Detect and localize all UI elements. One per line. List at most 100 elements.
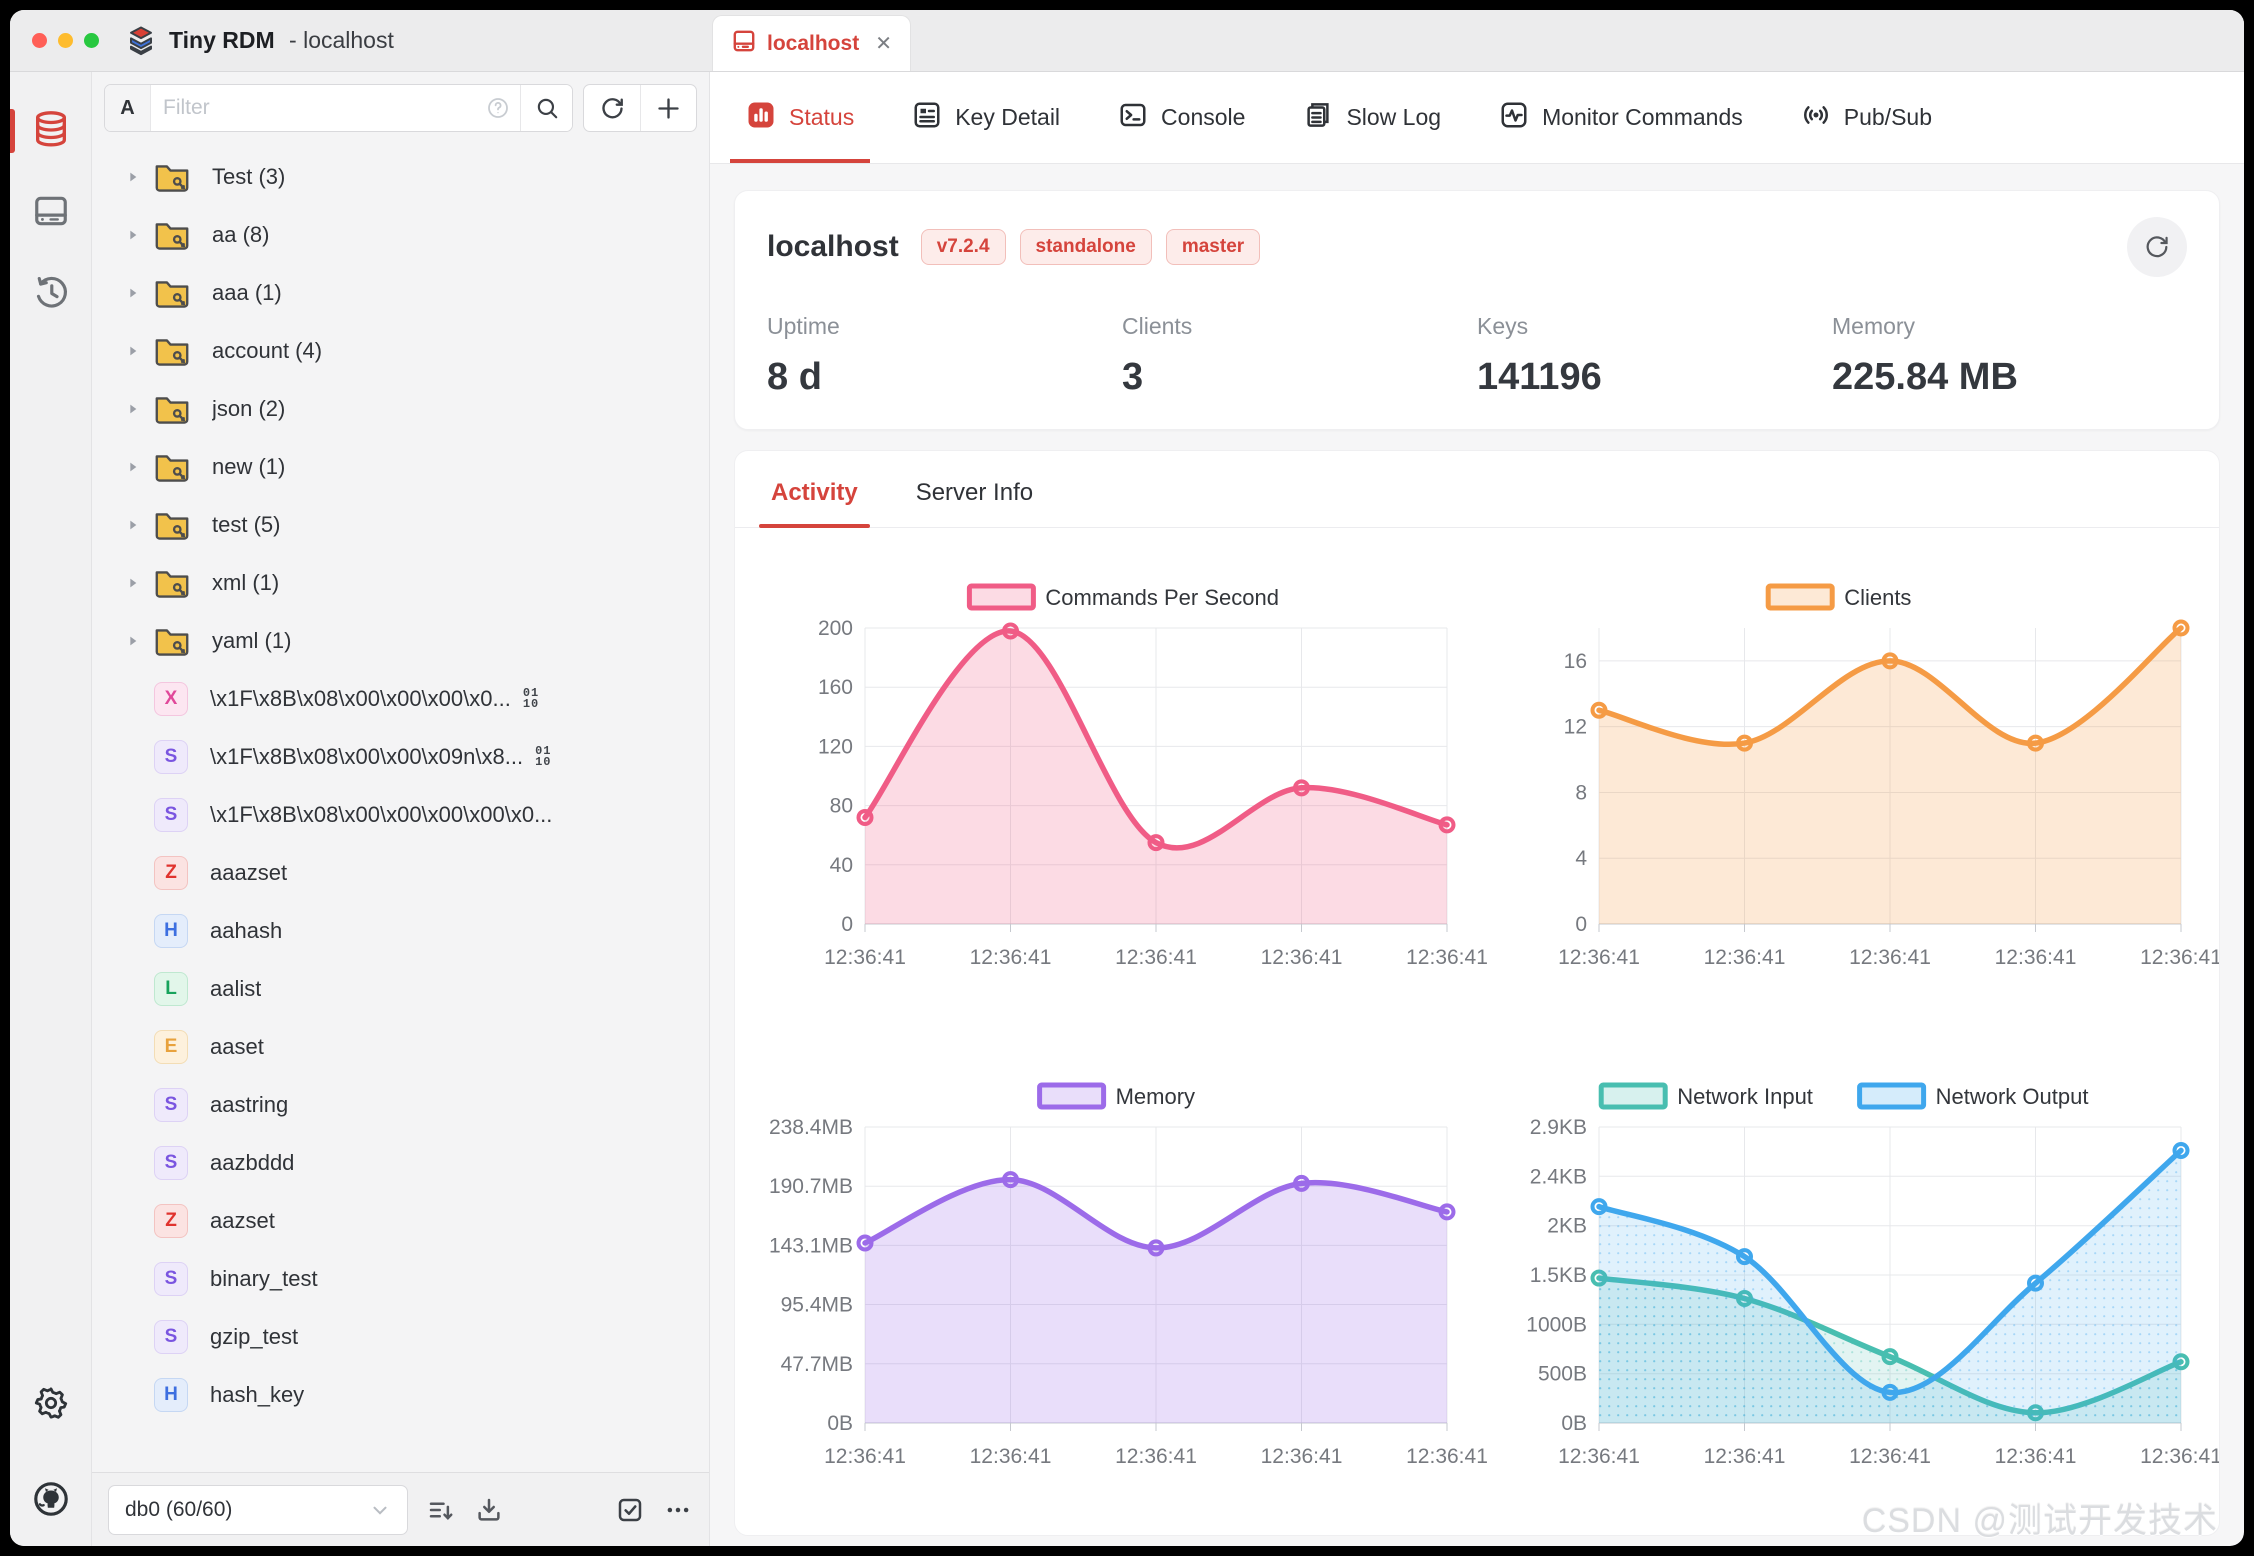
tree-folder[interactable]: yaml (1) [92, 612, 709, 670]
series-area-0 [1599, 628, 2181, 925]
key-type-badge: S [154, 1262, 188, 1296]
folder-icon [154, 510, 190, 541]
tree-key[interactable]: Zaazset [92, 1192, 709, 1250]
legend-item[interactable]: Commands Per Second [966, 583, 1279, 611]
y-tick-label: 80 [830, 795, 853, 818]
rail-item-servers[interactable] [10, 182, 92, 244]
tree-folder[interactable]: aaa (1) [92, 264, 709, 322]
y-tick-label: 238.4MB [769, 1116, 853, 1139]
tree-key[interactable]: Saastring [92, 1076, 709, 1134]
tree-folder[interactable]: json (2) [92, 380, 709, 438]
monitor-commands-icon [1499, 100, 1529, 136]
legend-item[interactable]: Clients [1765, 583, 1911, 611]
y-tick-label: 160 [818, 676, 853, 699]
tab-close-icon[interactable]: ✕ [875, 31, 892, 56]
console-icon [1118, 100, 1148, 136]
caret-right-icon[interactable] [122, 459, 144, 475]
tree-key[interactable]: Sgzip_test [92, 1308, 709, 1366]
tree-folder[interactable]: xml (1) [92, 554, 709, 612]
folder-icon [154, 568, 190, 599]
caret-right-icon[interactable] [122, 169, 144, 185]
nav-tab-label: Slow Log [1346, 104, 1442, 130]
caret-right-icon[interactable] [122, 285, 144, 301]
tab-key-detail[interactable]: Key Detail [896, 72, 1076, 163]
tree-key[interactable]: Eaaset [92, 1018, 709, 1076]
tab-activity[interactable]: Activity [759, 479, 870, 528]
db-select[interactable]: db0 (60/60) [108, 1484, 408, 1535]
tab-pub-sub[interactable]: Pub/Sub [1785, 72, 1948, 163]
key-name: aaset [210, 1034, 264, 1059]
filter-input[interactable] [151, 85, 486, 131]
tree-key[interactable]: Haahash [92, 902, 709, 960]
legend-item[interactable]: Network Output [1857, 1082, 2089, 1110]
tree-key[interactable]: X \x1F\x8B\x08\x00\x00\x00\x0... 01 10 [92, 670, 709, 728]
tree-key[interactable]: S \x1F\x8B\x08\x00\x00\x09n\x8... 01 10 [92, 728, 709, 786]
activity-tabs: Activity Server Info [735, 451, 2219, 528]
tree-key[interactable]: Zaaazset [92, 844, 709, 902]
tree-folder[interactable]: account (4) [92, 322, 709, 380]
tree-key[interactable]: Sbinary_test [92, 1250, 709, 1308]
tree-folder[interactable]: Test (3) [92, 148, 709, 206]
tab-localhost[interactable]: localhost ✕ [712, 15, 911, 71]
tree-folder[interactable]: aa (8) [92, 206, 709, 264]
folder-label: Test (3) [212, 164, 286, 189]
caret-right-icon[interactable] [122, 575, 144, 591]
server-badge: v7.2.4 [920, 229, 1006, 265]
y-tick-label: 8 [1575, 782, 1587, 805]
tab-slow-log[interactable]: Slow Log [1287, 72, 1457, 163]
minimize-window-button[interactable] [58, 33, 73, 48]
legend-item[interactable]: Network Input [1598, 1082, 1813, 1110]
filter-mode-button[interactable]: A [105, 85, 151, 131]
key-type-badge: Z [154, 856, 188, 890]
reload-keys-button[interactable] [584, 85, 640, 131]
y-tick-label: 120 [818, 736, 853, 759]
tab-monitor-commands[interactable]: Monitor Commands [1483, 72, 1759, 163]
rail-item-github[interactable] [10, 1470, 92, 1532]
folder-label: test (5) [212, 512, 281, 537]
x-tick-label: 12:36:41 [1261, 946, 1343, 969]
stat-label: Memory [1832, 313, 1916, 339]
y-tick-label: 16 [1564, 650, 1587, 673]
import-keys-button[interactable] [474, 1495, 504, 1525]
refresh-status-button[interactable] [2127, 217, 2187, 277]
tab-console[interactable]: Console [1102, 72, 1261, 163]
zoom-window-button[interactable] [84, 33, 99, 48]
tree-key[interactable]: Laalist [92, 960, 709, 1018]
tab-status[interactable]: Status [730, 72, 871, 163]
caret-right-icon[interactable] [122, 633, 144, 649]
rail-item-browser[interactable] [10, 100, 92, 162]
search-button[interactable] [520, 85, 572, 131]
github-icon [32, 1480, 70, 1523]
key-type-badge: S [154, 1088, 188, 1122]
x-tick-label: 12:36:41 [1115, 946, 1197, 969]
caret-right-icon[interactable] [122, 227, 144, 243]
key-name: \x1F\x8B\x08\x00\x00\x00\x00\x0... [210, 802, 553, 827]
add-key-button[interactable] [640, 85, 696, 131]
key-name: \x1F\x8B\x08\x00\x00\x00\x0... [210, 686, 511, 711]
legend-label: Memory [1116, 1084, 1195, 1109]
x-tick-label: 12:36:41 [2140, 1445, 2220, 1468]
checkbox-mode-button[interactable] [615, 1495, 645, 1525]
close-window-button[interactable] [32, 33, 47, 48]
more-actions-button[interactable] [663, 1495, 693, 1525]
caret-right-icon[interactable] [122, 401, 144, 417]
tab-server-info[interactable]: Server Info [916, 479, 1033, 527]
rail-item-history[interactable] [10, 264, 92, 326]
tree-folder[interactable]: test (5) [92, 496, 709, 554]
tree-key[interactable]: Hhash_key [92, 1366, 709, 1424]
window-title: Tiny RDM - localhost [169, 27, 394, 54]
rail-item-settings[interactable] [10, 1374, 92, 1436]
server-stats: Uptime 8 d Clients 3 Keys 141196 Memory 225.84 … [767, 313, 2187, 399]
sort-keys-button[interactable] [426, 1495, 456, 1525]
legend-item[interactable]: Memory [1037, 1082, 1195, 1110]
caret-right-icon[interactable] [122, 517, 144, 533]
tree-folder[interactable]: new (1) [92, 438, 709, 496]
tree-key[interactable]: S \x1F\x8B\x08\x00\x00\x00\x00\x0... [92, 786, 709, 844]
caret-right-icon[interactable] [122, 343, 144, 359]
db-select-value: db0 (60/60) [125, 1497, 233, 1521]
y-tick-label: 0B [827, 1412, 853, 1435]
server-view: Status Key Detail Console Slow Log Monitor C… [710, 72, 2244, 1546]
tree-key[interactable]: Saazbddd [92, 1134, 709, 1192]
x-tick-label: 12:36:41 [1849, 946, 1931, 969]
key-name: gzip_test [210, 1324, 299, 1349]
